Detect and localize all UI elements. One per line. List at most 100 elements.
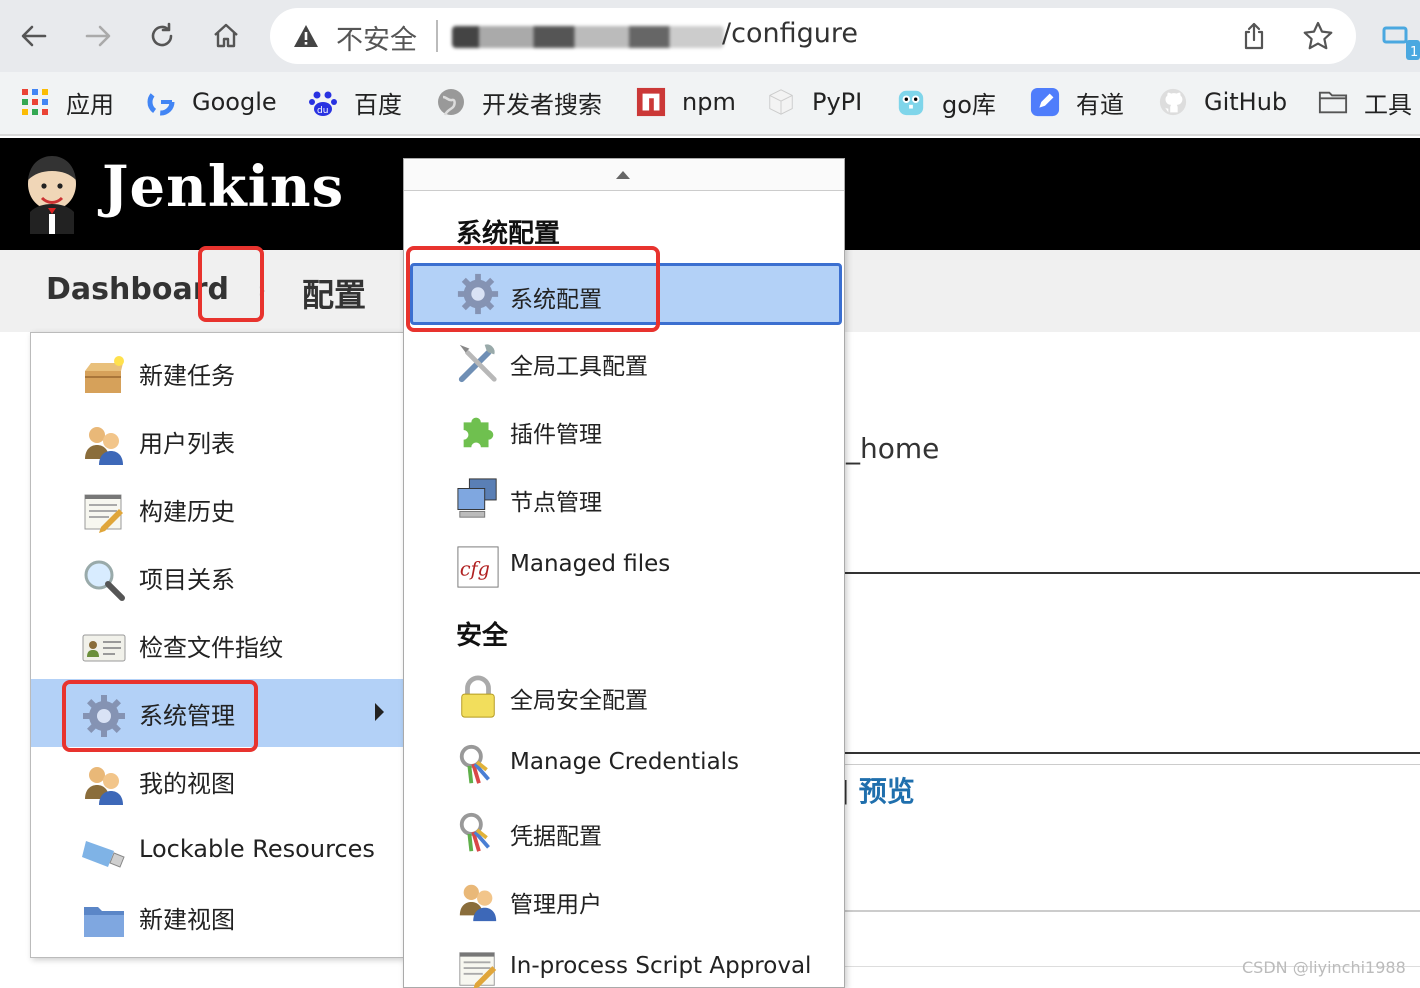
menu-item-project-relations[interactable]: 项目关系 [31,543,403,611]
submenu-item-label: Managed files [510,551,671,577]
menu-item-label: Lockable Resources [139,835,375,863]
section-heading-security: 安全 [456,621,509,651]
submenu-scroll-up[interactable] [404,159,844,191]
extension-icon[interactable]: 1 [1380,20,1420,60]
back-button[interactable] [12,14,56,58]
folder-icon [1318,87,1348,117]
bookmark-label: go库 [942,90,996,119]
bookmark-tools-folder[interactable]: 工具 [1318,82,1412,122]
preview-link[interactable]: 预览 [859,775,915,808]
submenu-item-manage-users[interactable]: 管理用户 [404,867,844,935]
npm-icon [636,87,666,117]
star-icon[interactable] [1302,20,1334,52]
fingerprint-card-icon [82,634,126,662]
bookmark-youdao[interactable]: 有道 [1030,82,1124,122]
divider [844,764,1420,765]
bookmark-label: 工具 [1364,90,1412,119]
computer-icon [457,478,497,518]
bookmark-label: npm [682,88,736,116]
divider [844,752,1420,754]
browser-toolbar: 不安全 /configure 1 [0,0,1420,72]
menu-item-fingerprint[interactable]: 检查文件指纹 [31,611,403,679]
submenu-item-script-approval[interactable]: In-process Script Approval [404,935,844,988]
gopher-icon [896,87,926,117]
redacted-host [452,26,724,48]
menu-item-new-job[interactable]: 新建任务 [31,339,403,407]
cfg-file-icon: cfg [457,546,499,588]
bookmark-github[interactable]: GitHub [1158,82,1287,122]
puzzle-icon [463,417,494,448]
preview-link-wrapper: ] 预览 [838,770,915,810]
tools-icon [458,344,497,383]
home-button[interactable] [204,14,248,58]
bookmark-baidu[interactable]: du 百度 [308,82,402,122]
submenu-item-label: 节点管理 [510,490,602,516]
bookmark-golib[interactable]: go库 [896,82,996,122]
pypi-cube-icon [766,87,796,117]
menu-item-people[interactable]: 用户列表 [31,407,403,475]
notepad-icon [84,494,123,533]
bookmark-label: 有道 [1076,90,1124,119]
menu-item-new-view[interactable]: 新建视图 [31,883,403,951]
submenu-item-credential-config[interactable]: 凭据配置 [404,799,844,867]
submenu-arrow-icon [375,703,384,721]
users-icon [85,767,123,805]
menu-item-label: 构建历史 [139,497,235,526]
bookmark-label: 百度 [354,90,402,119]
users-icon [85,427,123,465]
submenu-item-label: 凭据配置 [510,824,602,850]
arrow-left-icon [21,25,47,47]
menu-item-label: 新建任务 [139,361,235,390]
submenu-item-label: In-process Script Approval [510,953,812,979]
annotation-box-breadcrumb-arrow [198,246,264,322]
submenu-item-manage-credentials[interactable]: Manage Credentials [404,731,844,799]
watermark: CSDN @liyinchi1988 [1242,958,1406,977]
svg-text:cfg: cfg [460,558,490,581]
users-icon [459,884,497,922]
arrow-right-icon [85,25,111,47]
caret-up-icon [616,171,630,179]
jenkins-title[interactable]: Jenkins [102,154,344,220]
bookmarks-bar: 应用 Google du 百度 开发者搜索 npm PyPI go库 有道 Gi… [0,72,1420,136]
menu-item-label: 用户列表 [139,429,235,458]
submenu-item-label: 全局安全配置 [510,688,648,714]
menu-item-lockable-resources[interactable]: Lockable Resources [31,815,403,883]
bookmark-npm[interactable]: npm [636,82,736,122]
menu-item-build-history[interactable]: 构建历史 [31,475,403,543]
submenu-item-nodes[interactable]: 节点管理 [404,465,844,533]
youdao-icon [1030,87,1060,117]
menu-item-label: 新建视图 [139,905,235,934]
menu-item-label: 检查文件指纹 [139,633,283,662]
menu-item-my-views[interactable]: 我的视图 [31,747,403,815]
submenu-item-label: 全局工具配置 [510,354,648,380]
submenu-item-label: 管理用户 [510,892,602,918]
warning-icon [294,25,318,47]
submenu-item-global-tools[interactable]: 全局工具配置 [404,329,844,397]
bookmark-apps[interactable]: 应用 [20,82,114,122]
menu-item-label: 我的视图 [139,769,235,798]
security-label[interactable]: 不安全 [336,18,417,57]
divider [844,910,1420,912]
notepad-icon [459,952,497,988]
bookmark-pypi[interactable]: PyPI [766,82,862,122]
reload-button[interactable] [140,14,184,58]
bookmark-google[interactable]: Google [146,82,277,122]
share-icon[interactable] [1238,20,1270,52]
google-icon [146,87,176,117]
dashboard-context-menu: 新建任务 用户列表 构建历史 项目关系 检查文件指纹 系统管理 我的视图 Loc… [30,332,404,958]
submenu-item-global-security[interactable]: 全局安全配置 [404,663,844,731]
jenkins-butler-logo[interactable] [20,154,84,234]
menu-item-label: 项目关系 [139,565,235,594]
address-path: /configure [722,18,858,49]
magnifier-icon [84,560,125,601]
section-heading-system: 系统配置 [456,219,561,249]
bookmark-dev-search[interactable]: 开发者搜索 [436,82,602,122]
address-bar[interactable]: 不安全 /configure [270,8,1356,64]
bookmark-label: PyPI [812,88,863,116]
submenu-item-managed-files[interactable]: cfg Managed files [404,533,844,601]
baidu-icon: du [308,87,338,117]
breadcrumb-current[interactable]: 配置 [302,270,366,316]
submenu-item-plugins[interactable]: 插件管理 [404,397,844,465]
github-icon [1158,87,1188,117]
forward-button[interactable] [76,14,120,58]
